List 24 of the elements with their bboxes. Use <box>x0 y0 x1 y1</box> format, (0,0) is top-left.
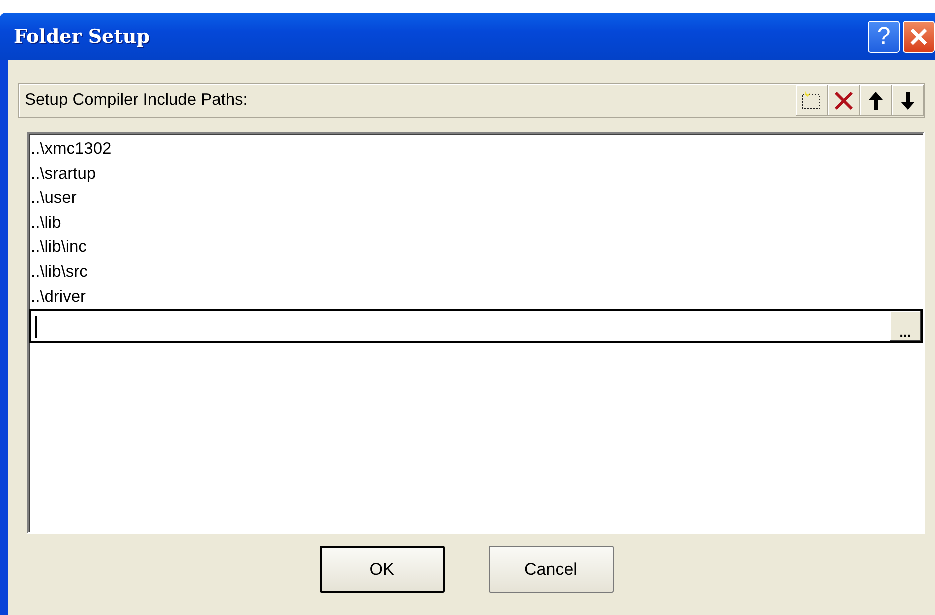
browse-button[interactable]: ... <box>890 311 921 342</box>
new-button[interactable] <box>796 85 828 116</box>
up-button[interactable] <box>860 85 892 116</box>
path-item[interactable]: ..\lib <box>29 210 62 236</box>
close-button[interactable] <box>903 20 935 52</box>
path-item[interactable]: ..\lib\inc <box>29 235 87 260</box>
close-icon <box>910 28 928 46</box>
path-item[interactable]: ..\xmc1302 <box>29 137 112 162</box>
ok-button[interactable]: OK <box>320 546 444 593</box>
text-cursor <box>35 316 37 338</box>
delete-icon <box>833 90 855 112</box>
window-title: Folder Setup <box>14 26 152 48</box>
path-item[interactable]: ..\user <box>29 186 77 211</box>
delete-button[interactable] <box>828 85 860 116</box>
down-button[interactable] <box>892 85 924 116</box>
path-item[interactable]: ..\srartup <box>29 162 96 186</box>
path-input-field[interactable]: ... <box>29 309 923 344</box>
path-item[interactable]: ..\lib\src <box>29 260 88 285</box>
help-button[interactable]: ? <box>868 20 900 52</box>
up-arrow-icon <box>868 90 884 110</box>
cancel-button[interactable]: Cancel <box>488 546 614 593</box>
down-arrow-icon <box>900 90 916 110</box>
path-item[interactable]: ..\driver <box>29 284 86 310</box>
header-label: Setup Compiler Include Paths: <box>25 91 249 110</box>
